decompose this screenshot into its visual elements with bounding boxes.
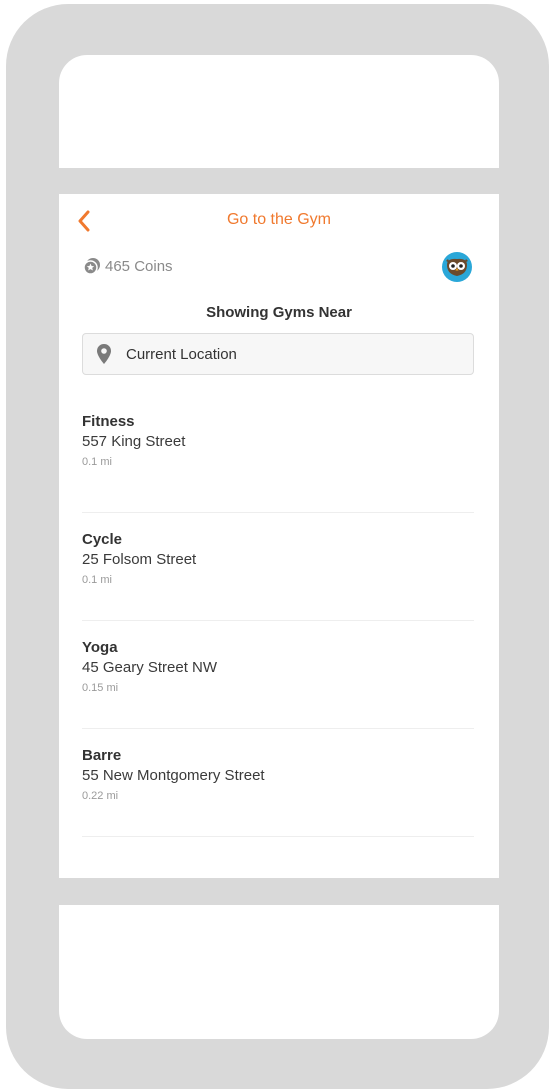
gym-address: 55 New Montgomery Street <box>82 767 265 784</box>
phone-top-bezel <box>59 55 499 168</box>
gym-distance: 0.15 mi <box>82 682 119 694</box>
nav-bar: Go to the Gym <box>59 204 499 238</box>
gym-name: Yoga <box>82 639 118 656</box>
list-item[interactable]: Barre 55 New Montgomery Street 0.22 mi <box>82 730 474 837</box>
list-item[interactable]: Yoga 45 Geary Street NW 0.15 mi <box>82 622 474 729</box>
location-pin-icon <box>97 344 111 364</box>
gym-address: 25 Folsom Street <box>82 551 197 568</box>
coin-balance: 465 Coins <box>83 257 173 275</box>
gym-address: 45 Geary Street NW <box>82 659 218 676</box>
phone-bottom-bezel <box>59 905 499 1039</box>
owl-avatar-icon <box>442 252 472 282</box>
gym-address: 557 King Street <box>82 433 186 450</box>
page-title: Go to the Gym <box>226 211 332 228</box>
search-heading: Showing Gyms Near <box>206 304 352 321</box>
gym-name: Cycle <box>82 531 123 548</box>
app-screen: Go to the Gym 465 Coins Showing Gyms Nea… <box>59 194 499 878</box>
gym-distance: 0.1 mi <box>82 574 112 586</box>
list-item[interactable]: Cycle 25 Folsom Street 0.1 mi <box>82 514 474 621</box>
gym-list: Fitness 557 King Street 0.1 mi Cycle 25 … <box>82 406 474 837</box>
location-value: Current Location <box>126 345 237 363</box>
gym-distance: 0.22 mi <box>82 790 119 802</box>
gym-name: Fitness <box>82 413 135 430</box>
coin-icon <box>83 258 100 275</box>
location-search-field[interactable]: Current Location <box>82 333 474 375</box>
gym-distance: 0.1 mi <box>82 456 112 468</box>
list-item[interactable]: Fitness 557 King Street 0.1 mi <box>82 406 474 513</box>
avatar[interactable] <box>441 251 473 283</box>
gym-name: Barre <box>82 747 122 764</box>
coin-count: 465 Coins <box>105 257 173 275</box>
